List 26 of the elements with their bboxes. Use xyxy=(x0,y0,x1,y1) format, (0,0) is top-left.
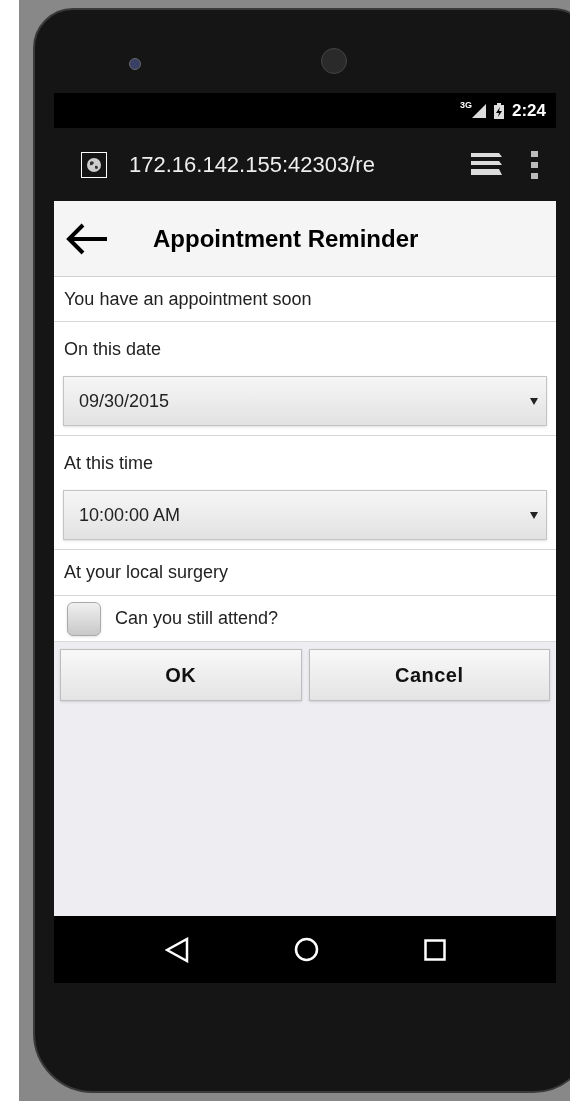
message-text: You have an appointment soon xyxy=(64,287,312,311)
back-arrow-icon[interactable] xyxy=(65,221,109,256)
recent-apps-icon[interactable] xyxy=(423,938,446,961)
field-label: On this date xyxy=(63,337,163,361)
network-type-label: 3G xyxy=(459,101,472,110)
overflow-menu-icon[interactable] xyxy=(531,150,538,179)
dropdown-field[interactable]: 10:00:00 AM xyxy=(63,490,547,540)
checkbox[interactable] xyxy=(67,601,101,636)
cancel-button[interactable]: Cancel xyxy=(308,649,550,701)
field-label: At this time xyxy=(63,451,155,475)
home-icon[interactable] xyxy=(293,937,319,962)
checkbox-label: Can you still attend? xyxy=(115,607,279,630)
dropdown-caret-icon xyxy=(530,397,538,405)
tabs-icon[interactable] xyxy=(471,152,503,177)
camera-icon xyxy=(129,58,141,70)
globe-icon xyxy=(81,151,107,178)
speaker-grille-icon xyxy=(321,48,347,74)
signal-icon xyxy=(471,103,486,118)
back-icon[interactable] xyxy=(164,936,189,963)
page-title: Appointment Reminder xyxy=(153,223,419,254)
clock-time: 2:24 xyxy=(511,99,546,122)
location-text: At your local surgery xyxy=(64,561,229,584)
dropdown-caret-icon xyxy=(530,511,538,519)
battery-icon xyxy=(493,102,504,119)
ok-button[interactable]: OK xyxy=(60,649,302,701)
dropdown-field[interactable]: 09/30/2015 xyxy=(63,376,547,426)
